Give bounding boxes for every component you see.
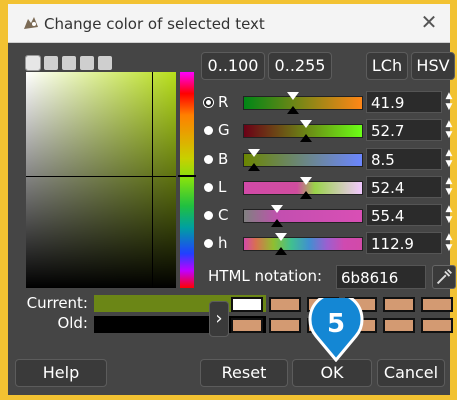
range-0-255-button[interactable]: 0..255 xyxy=(268,52,332,80)
cmyk-selector-icon[interactable] xyxy=(44,56,58,70)
step-number-text: 5 xyxy=(327,309,345,339)
history-swatch[interactable] xyxy=(383,297,415,312)
hue-marker xyxy=(178,175,196,177)
channel-value-c[interactable]: 55.4 xyxy=(366,204,442,226)
html-notation-label: HTML notation: xyxy=(208,267,323,285)
spin-arrows-icon[interactable]: ▲ ▼ xyxy=(442,148,456,170)
channel-slider-c[interactable] xyxy=(243,205,363,227)
channel-value-g[interactable]: 52.7 xyxy=(366,119,442,141)
history-swatch[interactable] xyxy=(421,297,453,312)
slider-thumb-bottom xyxy=(299,191,312,199)
step-number-badge: 5 xyxy=(308,298,364,362)
channel-value-b[interactable]: 8.5 xyxy=(366,148,442,170)
channel-radio-g[interactable] xyxy=(204,126,213,135)
spin-arrows-icon[interactable]: ▲ ▼ xyxy=(442,232,456,254)
channel-label-l: L xyxy=(218,178,227,196)
channel-radio-h[interactable] xyxy=(204,239,213,248)
title-bar: Change color of selected text ✕ xyxy=(8,4,450,43)
history-swatch[interactable] xyxy=(231,318,263,333)
slider-thumb-bottom xyxy=(287,106,300,114)
channel-label-c: C xyxy=(218,206,229,224)
spin-arrows-icon[interactable]: ▲ ▼ xyxy=(442,91,456,113)
history-swatch[interactable] xyxy=(383,318,415,333)
history-swatch[interactable] xyxy=(269,318,301,333)
saturation-value-area[interactable] xyxy=(26,72,176,288)
crosshair-horizontal xyxy=(26,176,176,177)
dialog-window: Change color of selected text ✕ Current:… xyxy=(8,4,456,395)
slider-thumb-top xyxy=(287,92,300,100)
slider-thumb-top xyxy=(248,149,261,157)
slider-thumb-bottom xyxy=(270,219,283,227)
slider-thumb-bottom xyxy=(300,134,313,142)
channel-label-b: B xyxy=(218,150,229,168)
history-swatch[interactable] xyxy=(231,297,263,312)
channel-slider-b[interactable] xyxy=(243,149,363,171)
channel-value-h[interactable]: 112.9 xyxy=(366,232,442,254)
palette-selector-icon[interactable] xyxy=(98,56,112,70)
lch-button[interactable]: LCh xyxy=(366,52,408,80)
channel-slider-l[interactable] xyxy=(243,177,363,199)
ok-button[interactable]: OK xyxy=(292,359,372,387)
channel-slider-r[interactable] xyxy=(243,92,363,114)
channel-value-l[interactable]: 52.4 xyxy=(366,176,442,198)
cancel-button[interactable]: Cancel xyxy=(377,359,445,387)
spin-arrows-icon[interactable]: ▲ ▼ xyxy=(442,176,456,198)
gimp-wilber-icon xyxy=(24,17,38,29)
channel-slider-g[interactable] xyxy=(243,120,363,142)
channel-radio-c[interactable] xyxy=(204,211,213,220)
old-label: Old: xyxy=(57,314,88,332)
hsv-button[interactable]: HSV xyxy=(411,52,455,80)
reset-button[interactable]: Reset xyxy=(200,359,288,387)
channel-radio-b[interactable] xyxy=(204,155,213,164)
channel-slider-h[interactable] xyxy=(243,233,363,255)
history-swatch[interactable] xyxy=(269,297,301,312)
channel-label-g: G xyxy=(218,121,230,139)
history-swatch[interactable] xyxy=(421,318,453,333)
range-0-100-button[interactable]: 0..100 xyxy=(201,52,265,80)
channel-value-r[interactable]: 41.9 xyxy=(366,91,442,113)
gimp-selector-icon[interactable] xyxy=(25,55,41,71)
html-notation-input[interactable]: 6b8616 xyxy=(336,265,426,289)
channel-label-h: h xyxy=(218,234,228,252)
add-to-history-button[interactable]: › xyxy=(209,301,229,337)
slider-thumb-top xyxy=(275,233,288,241)
hue-strip[interactable] xyxy=(178,72,196,288)
channel-label-r: R xyxy=(218,93,229,111)
watercolor-selector-icon[interactable] xyxy=(80,56,94,70)
current-label: Current: xyxy=(26,294,88,312)
slider-thumb-top xyxy=(299,177,312,185)
channel-radio-r[interactable] xyxy=(204,98,213,107)
close-icon[interactable]: ✕ xyxy=(418,11,440,33)
spin-arrows-icon[interactable]: ▲ ▼ xyxy=(442,204,456,226)
help-button[interactable]: Help xyxy=(15,359,107,387)
window-title: Change color of selected text xyxy=(44,15,265,33)
crosshair-vertical xyxy=(152,72,153,288)
triangle-selector-icon[interactable] xyxy=(62,56,76,70)
color-selector-tabs xyxy=(25,55,112,72)
slider-thumb-top xyxy=(300,120,313,128)
slider-thumb-bottom xyxy=(275,247,288,255)
eyedropper-icon[interactable] xyxy=(432,265,456,289)
spin-arrows-icon[interactable]: ▲ ▼ xyxy=(442,119,456,141)
slider-thumb-top xyxy=(270,205,283,213)
channel-radio-l[interactable] xyxy=(204,183,213,192)
slider-thumb-bottom xyxy=(248,163,261,171)
